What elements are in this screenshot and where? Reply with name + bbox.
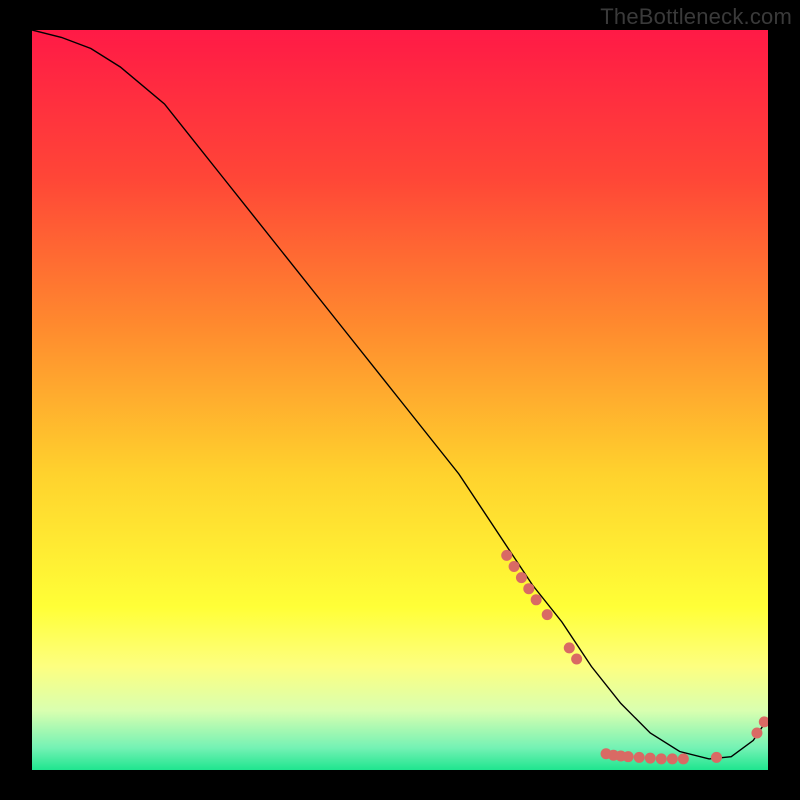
curve-marker — [531, 594, 542, 605]
curve-marker — [667, 753, 678, 764]
curve-marker — [645, 753, 656, 764]
curve-marker — [711, 752, 722, 763]
curve-marker — [571, 654, 582, 665]
curve-marker — [634, 752, 645, 763]
curve-marker — [656, 753, 667, 764]
chart-stage: TheBottleneck.com — [0, 0, 800, 800]
curve-marker — [542, 609, 553, 620]
curve-marker — [751, 728, 762, 739]
curve-marker — [501, 550, 512, 561]
chart-plot-area — [32, 30, 768, 770]
watermark-text: TheBottleneck.com — [600, 4, 792, 30]
curve-marker — [564, 642, 575, 653]
curve-marker — [516, 572, 527, 583]
curve-marker — [623, 751, 634, 762]
curve-marker — [678, 753, 689, 764]
chart-svg — [32, 30, 768, 770]
curve-marker — [523, 583, 534, 594]
curve-marker — [509, 561, 520, 572]
